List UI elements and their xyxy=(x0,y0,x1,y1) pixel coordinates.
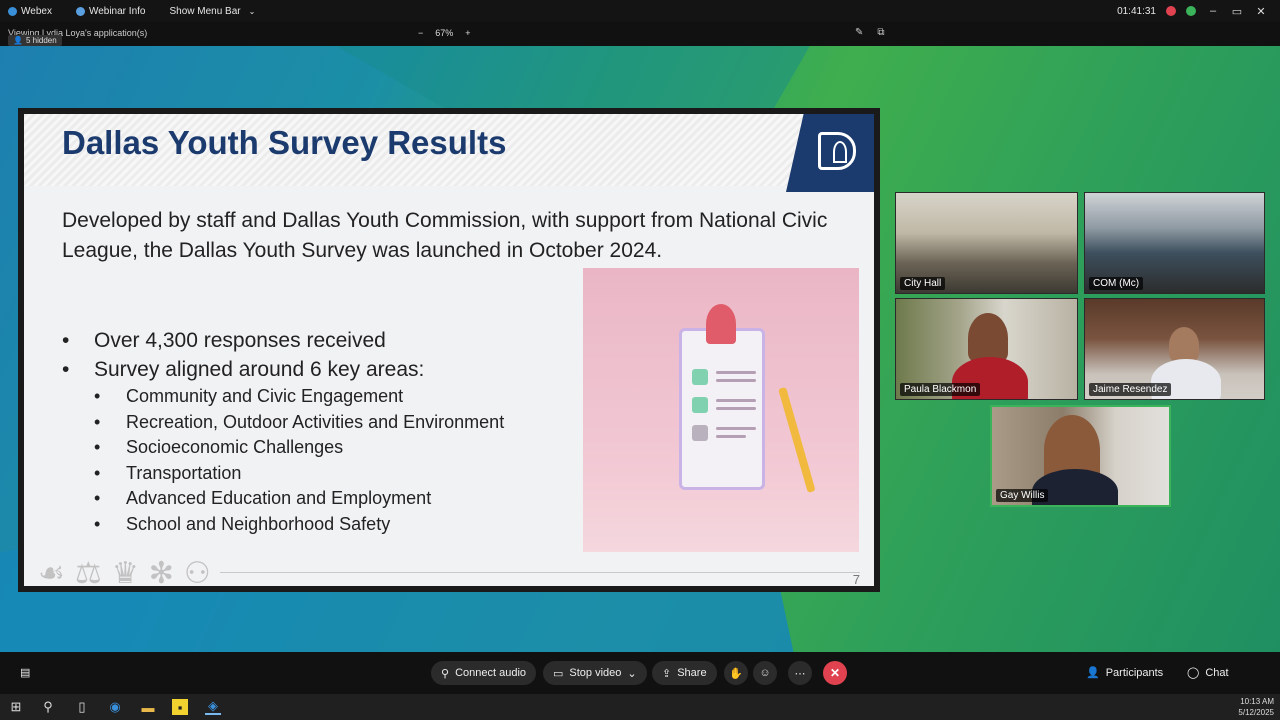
share-label: Share xyxy=(677,667,707,679)
raise-hand-icon[interactable]: ✋ xyxy=(724,661,748,685)
shared-slide: Dallas Youth Survey Results Developed by… xyxy=(18,108,880,592)
folder-icon[interactable]: ▬ xyxy=(140,699,156,715)
key-area-item: Socioeconomic Challenges xyxy=(94,435,504,461)
participants-icon: 👤 xyxy=(1086,667,1100,679)
person-icon: 👤 xyxy=(13,36,23,45)
app-name: Webex xyxy=(21,5,52,17)
handshake-icon: ☙ xyxy=(38,557,65,586)
hidden-count: 5 hidden xyxy=(25,36,57,45)
webinar-info-label: Webinar Info xyxy=(88,5,146,17)
bullet-item: Over 4,300 responses received xyxy=(62,326,424,355)
search-icon[interactable]: ⚲ xyxy=(40,699,56,715)
minimize-icon[interactable]: – xyxy=(1206,5,1220,17)
participant-name: COM (Mc) xyxy=(1089,277,1144,290)
footer-divider xyxy=(220,572,860,573)
clock-date: 5/12/2025 xyxy=(1238,708,1274,717)
webex-logo-icon xyxy=(8,6,17,16)
file-icon[interactable]: ▯ xyxy=(74,699,90,715)
meeting-controls: ▤ ⚲ Connect audio ▭ Stop video ⌄ ⇪ Share… xyxy=(0,652,1280,694)
video-tile-com[interactable]: COM (Mc) xyxy=(1084,192,1265,294)
connect-audio-button[interactable]: ⚲ Connect audio xyxy=(431,661,537,685)
meeting-timer: 01:41:31 xyxy=(1117,5,1156,17)
show-menu-bar-button[interactable]: Show Menu Bar ⌄ xyxy=(169,6,255,17)
more-options-icon[interactable]: ⋯ xyxy=(788,661,812,685)
share-icon: ⇪ xyxy=(662,667,672,680)
leave-meeting-button[interactable]: ✕ xyxy=(823,661,847,685)
zoom-out-button[interactable]: − xyxy=(418,28,423,38)
chevron-down-icon: ⌄ xyxy=(248,6,256,16)
clipboard-illustration xyxy=(583,268,859,552)
share-button[interactable]: ⇪ Share xyxy=(652,661,717,685)
share-bar: Viewing Lydia Loya's application(s) 👤 5 … xyxy=(0,22,1280,46)
zoom-level: 67% xyxy=(435,28,454,38)
show-menu-bar-label: Show Menu Bar xyxy=(169,5,241,17)
maximize-icon[interactable]: ▭ xyxy=(1230,5,1244,18)
key-area-item: Recreation, Outdoor Activities and Envir… xyxy=(94,410,504,436)
clock-time: 10:13 AM xyxy=(1240,697,1274,706)
participant-name: Paula Blackmon xyxy=(900,383,981,396)
webex-taskbar-icon[interactable]: ◈ xyxy=(205,698,221,715)
bullet-list: Over 4,300 responses received Survey ali… xyxy=(62,326,424,384)
bullet-item: Survey aligned around 6 key areas: xyxy=(62,355,424,384)
info-icon xyxy=(75,6,85,16)
slide-intro: Developed by staff and Dallas Youth Comm… xyxy=(62,209,828,262)
key-area-item: School and Neighborhood Safety xyxy=(94,512,504,538)
stop-video-label: Stop video xyxy=(569,667,622,679)
participants-button[interactable]: 👤 Participants xyxy=(1086,666,1164,680)
pencil-icon xyxy=(778,386,816,493)
webex-menu[interactable]: Webex xyxy=(8,6,52,17)
video-tile-city-hall[interactable]: City Hall xyxy=(895,192,1078,294)
chat-icon: ◯ xyxy=(1187,667,1200,679)
key-areas-list: Community and Civic Engagement Recreatio… xyxy=(94,384,504,538)
reactions-icon[interactable]: ☺ xyxy=(753,661,777,685)
zoom-in-button[interactable]: + xyxy=(465,28,470,38)
close-icon[interactable]: ✕ xyxy=(1254,5,1268,18)
chevron-down-icon: ⌄ xyxy=(627,667,637,680)
sticky-notes-icon[interactable]: ▪ xyxy=(172,699,188,715)
stop-video-button[interactable]: ▭ Stop video ⌄ xyxy=(543,661,647,685)
slide-page-number: 7 xyxy=(852,572,860,586)
connect-audio-label: Connect audio xyxy=(455,667,527,679)
security-icon[interactable] xyxy=(1186,6,1196,16)
star-icon: ✻ xyxy=(148,557,174,586)
key-area-item: Community and Civic Engagement xyxy=(94,384,504,410)
clipboard-clip xyxy=(706,304,736,344)
trophy-icon: ♛ xyxy=(111,557,139,586)
audio-icon: ⚲ xyxy=(441,667,450,680)
participant-name: City Hall xyxy=(900,277,946,290)
chat-label: Chat xyxy=(1205,666,1229,679)
video-tile-jaime-resendez[interactable]: Jaime Resendez xyxy=(1084,298,1265,400)
windows-start-icon[interactable]: ⊞ xyxy=(8,699,24,715)
video-camera-icon: ▭ xyxy=(553,667,564,680)
annotate-icon[interactable]: ✎ xyxy=(855,27,863,38)
slide-title: Dallas Youth Survey Results xyxy=(62,124,507,161)
participant-name: Jaime Resendez xyxy=(1089,383,1172,396)
chat-button[interactable]: ◯ Chat xyxy=(1187,666,1229,680)
hidden-participants-badge[interactable]: 👤 5 hidden xyxy=(8,35,62,46)
recording-icon[interactable] xyxy=(1166,6,1176,16)
edge-browser-icon[interactable]: ◉ xyxy=(107,699,123,715)
zoom-control: − 67% + xyxy=(418,28,471,38)
participants-label: Participants xyxy=(1105,666,1164,679)
footer-icons: ☙ ⚖ ♛ ✻ ⚇ xyxy=(38,556,211,586)
popout-icon[interactable]: ⧉ xyxy=(877,27,884,38)
key-area-item: Transportation xyxy=(94,461,504,487)
title-bar: Webex Webinar Info Show Menu Bar ⌄ 01:41… xyxy=(0,0,1280,22)
webinar-info-menu[interactable]: Webinar Info xyxy=(75,5,146,17)
windows-taskbar: ⊞ ⚲ ▯ ◉ ▬ ▪ ◈ 10:13 AM 5/12/2025 xyxy=(0,694,1280,720)
video-tile-paula-blackmon[interactable]: Paula Blackmon xyxy=(895,298,1078,400)
key-area-item: Advanced Education and Employment xyxy=(94,486,504,512)
people-icon: ⚇ xyxy=(183,557,211,586)
participant-name: Gay Willis xyxy=(996,489,1049,502)
meeting-stage: Dallas Youth Survey Results Developed by… xyxy=(0,46,1280,652)
layout-icon[interactable]: ▤ xyxy=(20,666,30,679)
clipboard-icon xyxy=(679,328,765,490)
scales-icon: ⚖ xyxy=(74,557,102,586)
system-clock: 10:13 AM 5/12/2025 xyxy=(1238,696,1274,718)
video-tile-gay-willis[interactable]: Gay Willis xyxy=(990,405,1171,507)
